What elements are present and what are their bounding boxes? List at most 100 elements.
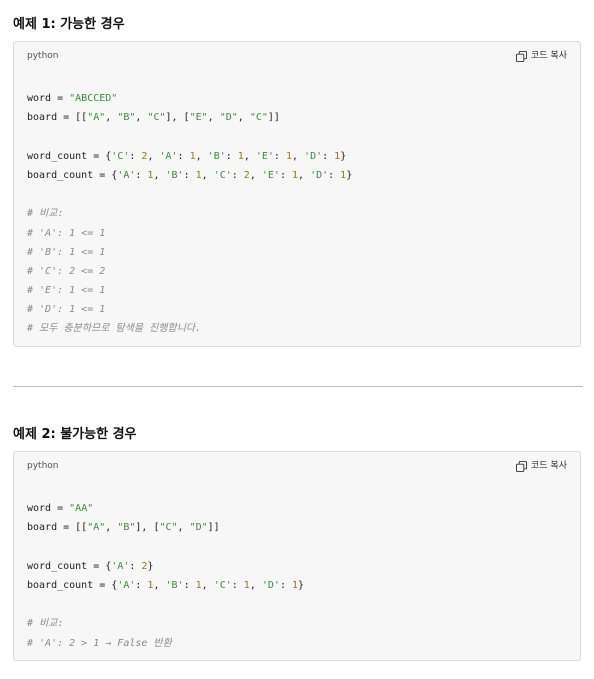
code-token: , bbox=[249, 169, 262, 181]
code-comment: # 'B': 1 <= 1 bbox=[27, 246, 106, 258]
code-token: ], [ bbox=[135, 522, 160, 534]
code-token: : bbox=[135, 169, 148, 181]
code-token: ]] bbox=[267, 112, 280, 124]
code-token: : bbox=[231, 579, 244, 591]
code-line: # 모두 충분하므로 탐색을 진행합니다. bbox=[27, 319, 567, 338]
code-token: , bbox=[201, 169, 214, 181]
code-token: 'C' bbox=[213, 169, 232, 181]
code-language-label: python bbox=[27, 461, 59, 471]
code-token: : bbox=[279, 169, 292, 181]
code-token: , bbox=[105, 112, 118, 124]
code-token: , bbox=[135, 112, 148, 124]
code-token: 'E' bbox=[255, 150, 274, 162]
code-token: "B" bbox=[117, 522, 136, 534]
code-line: board = [["A", "B", "C"], ["E", "D", "C"… bbox=[27, 108, 567, 127]
code-token: : bbox=[177, 150, 190, 162]
code-line: board_count = {'A': 1, 'B': 1, 'C': 2, '… bbox=[27, 166, 567, 185]
code-token: , bbox=[153, 579, 166, 591]
code-token: , bbox=[243, 150, 256, 162]
code-token: "ABCCED" bbox=[69, 93, 118, 105]
code-token: , bbox=[298, 169, 311, 181]
code-line: # 비교: bbox=[27, 614, 567, 633]
code-token: 'B' bbox=[207, 150, 226, 162]
code-token: 'A' bbox=[117, 169, 136, 181]
code-token: , bbox=[147, 150, 160, 162]
code-token: "C" bbox=[249, 112, 268, 124]
code-line: board = [["A", "B"], ["C", "D"]] bbox=[27, 518, 567, 537]
code-token: 'C' bbox=[111, 150, 130, 162]
code-comment: # 'A': 2 > 1 → False 반환 bbox=[27, 637, 172, 649]
section-heading-example-1: 예제 1: 가능한 경우 bbox=[13, 17, 125, 32]
code-line: # 'D': 1 <= 1 bbox=[27, 300, 567, 319]
copy-code-button[interactable]: 코드 복사 bbox=[516, 459, 567, 473]
code-token: 'D' bbox=[261, 579, 280, 591]
code-token: "D" bbox=[189, 522, 208, 534]
code-token: : bbox=[183, 169, 196, 181]
code-token: 'A' bbox=[159, 150, 178, 162]
code-comment: # 'A': 1 <= 1 bbox=[27, 227, 106, 239]
section-heading-example-2: 예제 2: 불가능한 경우 bbox=[13, 427, 137, 442]
code-token: "C" bbox=[147, 112, 166, 124]
code-token: , bbox=[195, 150, 208, 162]
code-token: "D" bbox=[219, 112, 238, 124]
code-token: : bbox=[135, 579, 148, 591]
code-token: , bbox=[153, 169, 166, 181]
code-token: 'D' bbox=[310, 169, 329, 181]
code-content: word = "AA" board = [["A", "B"], ["C", "D… bbox=[14, 480, 580, 653]
code-block-header: python 코드 복사 bbox=[14, 452, 580, 480]
code-comment: # 'E': 1 <= 1 bbox=[27, 285, 106, 297]
code-token: 'B' bbox=[165, 579, 184, 591]
code-token: "A" bbox=[87, 112, 106, 124]
code-token: 'D' bbox=[304, 150, 323, 162]
code-line: board_count = {'A': 1, 'B': 1, 'C': 1, '… bbox=[27, 576, 567, 595]
code-token: "A" bbox=[87, 522, 106, 534]
code-line: # 'B': 1 <= 1 bbox=[27, 243, 567, 262]
code-token: , bbox=[207, 112, 220, 124]
code-token: ]] bbox=[207, 522, 220, 534]
code-line: # 'A': 1 <= 1 bbox=[27, 224, 567, 243]
copy-code-button[interactable]: 코드 복사 bbox=[516, 49, 567, 63]
code-line: # 'E': 1 <= 1 bbox=[27, 281, 567, 300]
code-token: board = [[ bbox=[27, 112, 88, 124]
code-token: 'C' bbox=[213, 579, 232, 591]
code-line: word = "ABCCED" bbox=[27, 89, 567, 108]
code-token: : bbox=[129, 560, 142, 572]
code-line: word = "AA" bbox=[27, 499, 567, 518]
code-block-example-2: python 코드 복사 word = "AA" board = [["A", "… bbox=[13, 451, 581, 661]
code-token: word = bbox=[27, 93, 70, 105]
code-block-header: python 코드 복사 bbox=[14, 42, 580, 70]
code-token: , bbox=[105, 522, 118, 534]
code-line: # 'C': 2 <= 2 bbox=[27, 262, 567, 281]
code-token: 'B' bbox=[165, 169, 184, 181]
code-token: } bbox=[340, 150, 347, 162]
code-language-label: python bbox=[27, 51, 59, 61]
code-comment: # 모두 충분하므로 탐색을 진행합니다. bbox=[27, 323, 202, 335]
code-token: } bbox=[298, 579, 305, 591]
code-token: 'E' bbox=[261, 169, 280, 181]
code-token: : bbox=[328, 169, 341, 181]
code-token: : bbox=[231, 169, 244, 181]
code-token: , bbox=[237, 112, 250, 124]
code-token: : bbox=[322, 150, 335, 162]
code-token: board_count = { bbox=[27, 169, 118, 181]
code-token: "B" bbox=[117, 112, 136, 124]
code-token: word_count = { bbox=[27, 560, 112, 572]
code-token: : bbox=[273, 150, 286, 162]
copy-code-label: 코드 복사 bbox=[531, 461, 567, 471]
code-token: board_count = { bbox=[27, 579, 118, 591]
code-token: board = [[ bbox=[27, 522, 88, 534]
code-token: 'A' bbox=[111, 560, 130, 572]
code-line: word_count = {'C': 2, 'A': 1, 'B': 1, 'E… bbox=[27, 147, 567, 166]
code-line: word_count = {'A': 2} bbox=[27, 557, 567, 576]
code-token: ], [ bbox=[165, 112, 190, 124]
code-comment: # 비교: bbox=[27, 618, 64, 630]
code-token: word_count = { bbox=[27, 150, 112, 162]
code-token: } bbox=[147, 560, 154, 572]
copy-icon bbox=[516, 460, 528, 472]
code-comment: # 비교: bbox=[27, 208, 64, 220]
